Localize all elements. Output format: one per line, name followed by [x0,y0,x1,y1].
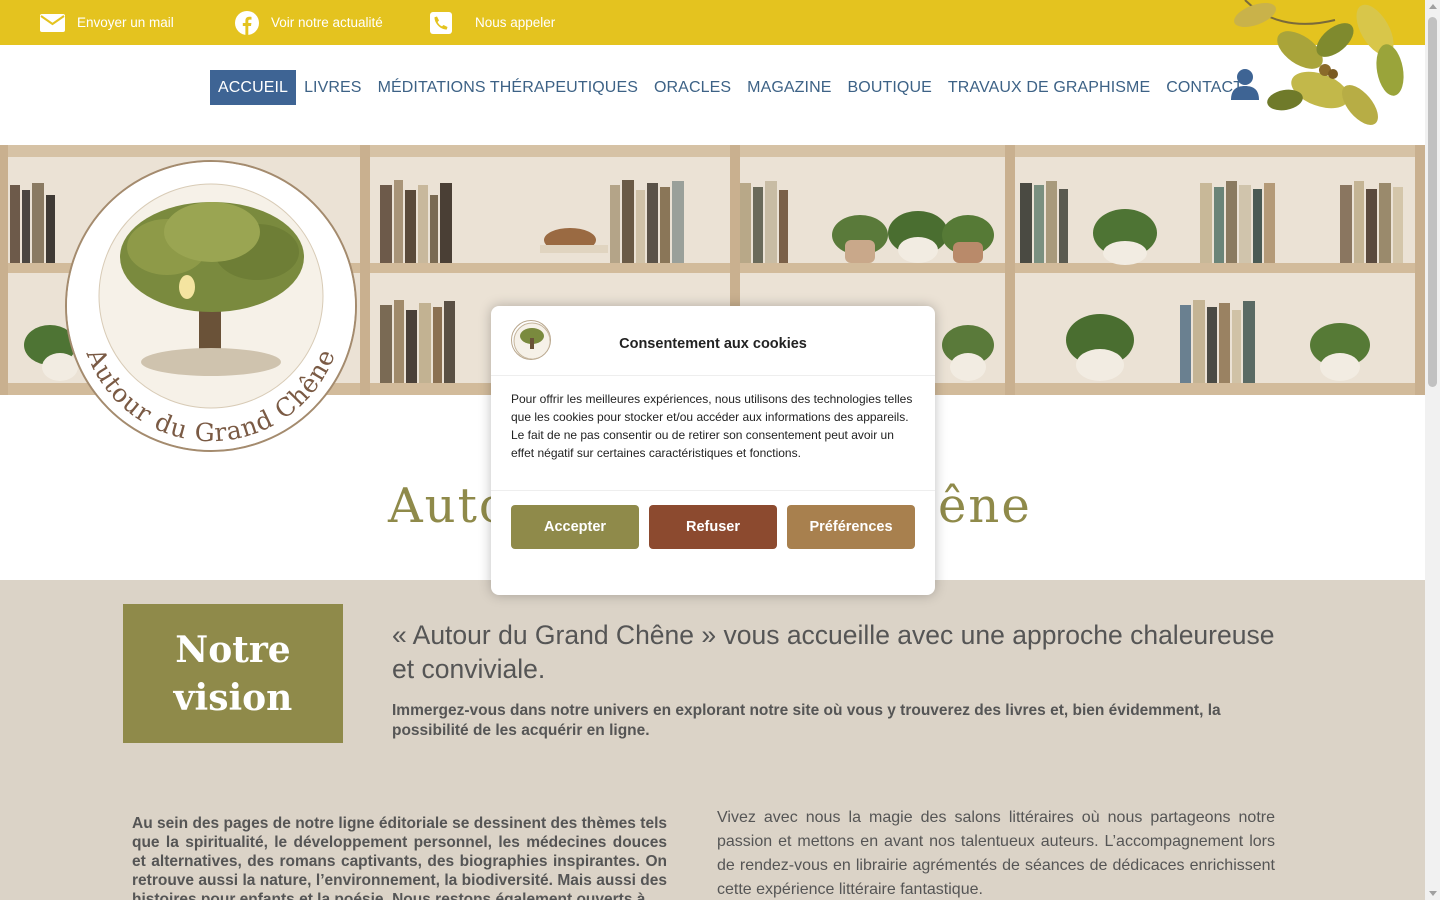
scroll-up-arrow[interactable] [1428,4,1437,9]
accept-button[interactable]: Accepter [511,505,639,549]
svg-text:Autour du Grand Chêne: Autour du Grand Chêne [80,343,341,447]
cookie-modal-title-text: Consentement aux cookies [619,336,807,352]
phone-link[interactable]: Nous appeler [430,11,556,34]
preferences-button[interactable]: Préférences [787,505,915,549]
nav-item-accueil[interactable]: ACCUEIL [210,70,297,105]
vision-box-label: Notre vision [173,628,293,719]
facebook-icon [235,10,259,35]
cookie-consent-modal: Consentement aux cookies Pour offrir les… [491,306,935,595]
mail-link[interactable]: Envoyer un mail [40,13,235,33]
site-title-right: êne [938,478,1032,534]
nav-item-meditations[interactable]: MÉDITATIONS THÉRAPEUTIQUES [370,70,646,105]
nav-item-oracles[interactable]: ORACLES [646,70,739,105]
vision-box: Notre vision [123,604,343,743]
cookie-modal-title: Consentement aux cookies [491,336,935,352]
top-bar: Envoyer un mail Voir notre actualité Nou… [0,0,1425,45]
facebook-link[interactable]: Voir notre actualité [235,10,430,35]
refuse-button[interactable]: Refuser [649,505,777,549]
scroll-thumb[interactable] [1428,17,1437,387]
nav-item-livres[interactable]: LIVRES [296,70,370,105]
oak-leaves-decoration [1234,0,1404,125]
envelope-icon [40,13,65,32]
phone-label: Nous appeler [475,15,556,30]
salons-paragraph: Vivez avec nous la magie des salons litt… [717,809,1275,898]
nav-item-magazine[interactable]: MAGAZINE [739,70,839,105]
main-nav: ACCUEIL LIVRES MÉDITATIONS THÉRAPEUTIQUE… [210,70,1251,105]
phone-icon [430,11,452,34]
nav-item-graphisme[interactable]: TRAVAUX DE GRAPHISME [940,70,1158,105]
nav-item-boutique[interactable]: BOUTIQUE [840,70,940,105]
page-scrollbar[interactable] [1425,0,1440,900]
vision-subhead: Immergez-vous dans notre univers en expl… [392,702,1221,739]
mail-label: Envoyer un mail [77,15,174,30]
cookie-modal-body: Pour offrir les meilleures expériences, … [511,392,913,460]
site-logo[interactable]: Autour du Grand Chêne [65,160,357,452]
cookie-modal-divider [491,490,935,491]
scroll-down-arrow[interactable] [1428,891,1437,896]
user-icon[interactable] [1230,68,1260,100]
editorial-paragraph: Au sein des pages de notre ligne éditori… [132,815,667,900]
vision-headline: « Autour du Grand Chêne » vous accueille… [392,620,1275,684]
facebook-label: Voir notre actualité [271,15,383,30]
cookie-modal-header: Consentement aux cookies [491,306,935,376]
logo-arc-text: Autour du Grand Chêne [80,343,341,447]
